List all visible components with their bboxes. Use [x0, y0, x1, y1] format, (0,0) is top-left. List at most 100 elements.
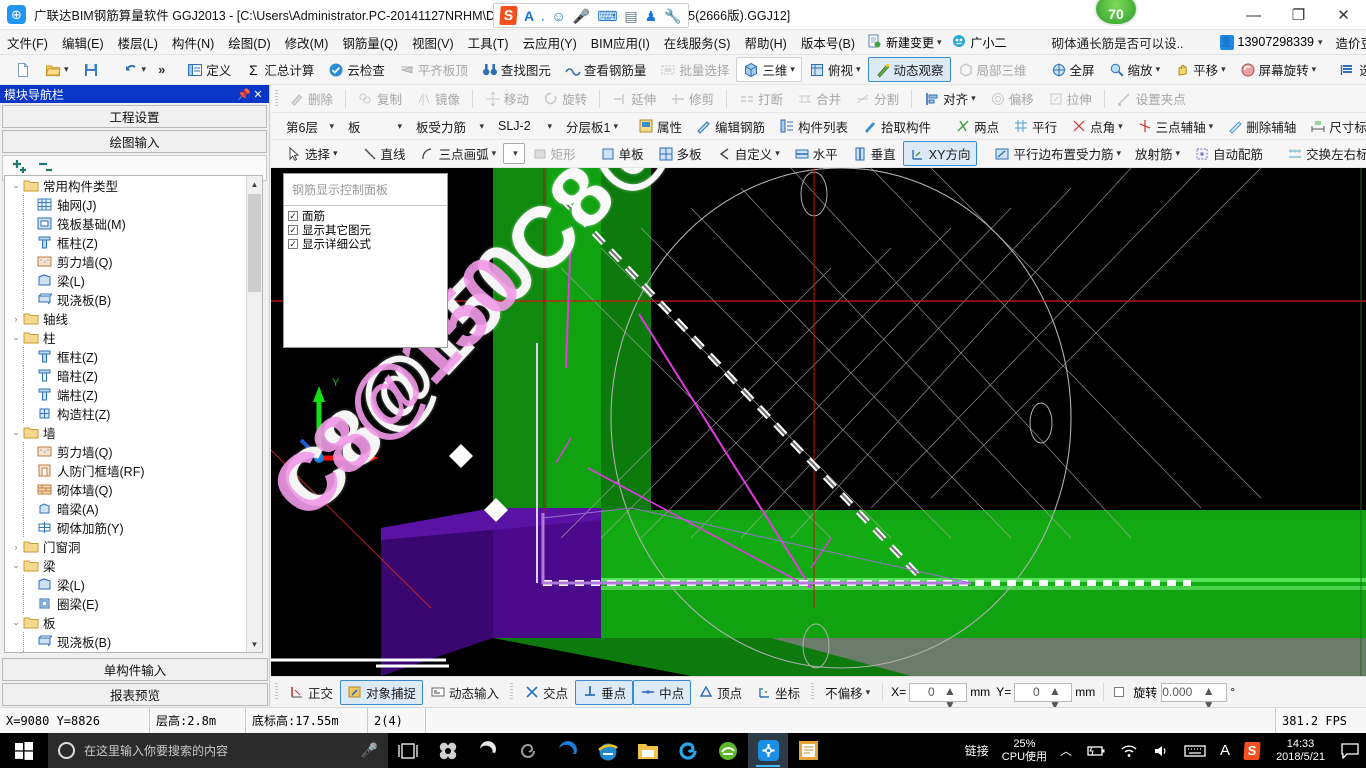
horizontal-button[interactable]: 水平: [787, 141, 845, 166]
rotate-button[interactable]: 旋转: [536, 86, 594, 111]
microphone-icon[interactable]: 🎤: [573, 9, 590, 23]
report-preview-button[interactable]: 报表预览: [2, 683, 268, 706]
minimize-button[interactable]: —: [1231, 0, 1276, 30]
undo-button[interactable]: ▾: [116, 59, 154, 81]
chevron-down-icon[interactable]: ▾: [1318, 37, 1323, 48]
dynamic-input-toggle[interactable]: 动态输入: [423, 680, 506, 705]
fullscreen-button[interactable]: 全屏: [1044, 57, 1102, 82]
parallel-axis-button[interactable]: 平行: [1006, 114, 1064, 139]
copy-button[interactable]: 复制: [351, 86, 409, 111]
vertical-button[interactable]: 垂直: [845, 141, 903, 166]
chevron-down-icon[interactable]: ▾: [1118, 121, 1123, 132]
three-point-axis-button[interactable]: 三点辅轴 ▾: [1130, 114, 1221, 139]
chevron-down-icon[interactable]: ⌄: [9, 617, 23, 628]
chevron-down-icon[interactable]: ▾: [971, 93, 976, 104]
maximize-button[interactable]: ❐: [1276, 0, 1321, 30]
internet-explorer-icon[interactable]: [588, 733, 628, 768]
chevron-down-icon[interactable]: ▾: [1176, 148, 1181, 159]
custom-button[interactable]: 自定义 ▾: [709, 141, 787, 166]
toolbar-grip[interactable]: [275, 89, 278, 108]
menu-rebar[interactable]: 钢筋量(Q): [335, 30, 405, 55]
properties-button[interactable]: 属性: [631, 114, 689, 139]
swap-annotation-button[interactable]: 交换左右标注: [1280, 141, 1366, 166]
tree-item[interactable]: 框柱(Z): [5, 233, 246, 252]
single-component-input-button[interactable]: 单构件输入: [2, 658, 268, 681]
tree-item[interactable]: 梁(L): [5, 271, 246, 290]
tree-item[interactable]: 现浇板(B): [5, 632, 246, 651]
green-browser-icon[interactable]: [708, 733, 748, 768]
two-point-axis-button[interactable]: 两点: [948, 114, 1006, 139]
three-point-arc-button[interactable]: 三点画弧 ▾: [413, 141, 504, 166]
cpu-usage-indicator[interactable]: 25% CPU使用: [996, 738, 1053, 764]
wrench-icon[interactable]: 🔧: [664, 9, 681, 23]
toolbar-grip[interactable]: [510, 683, 514, 701]
snap-vertex[interactable]: 顶点: [691, 680, 749, 705]
screen-rotate-button[interactable]: 屏幕旋转 ▾: [1233, 57, 1324, 82]
type-selector[interactable]: 板受力筋 ▾: [409, 114, 491, 139]
link-label[interactable]: 链接: [958, 733, 996, 768]
menu-version[interactable]: 版本号(B): [794, 30, 862, 55]
file-explorer-icon[interactable]: [628, 733, 668, 768]
keyboard-icon[interactable]: ⌨: [597, 9, 617, 23]
open-file-button[interactable]: ▾: [38, 59, 76, 81]
multi-slab-button[interactable]: 多板: [651, 141, 709, 166]
dynamic-observe-button[interactable]: 动态观察: [867, 57, 951, 82]
keyboard-icon[interactable]: [1177, 733, 1213, 768]
drawing-input-button[interactable]: 绘图输入: [2, 130, 267, 153]
chevron-down-icon[interactable]: ▾: [866, 687, 871, 698]
select-floor-button[interactable]: 选择楼层: [1333, 57, 1366, 82]
y-input[interactable]: 0 ▲ ▼: [1014, 682, 1073, 712]
menu-modify[interactable]: 修改(M): [278, 30, 336, 55]
radial-rebar-button[interactable]: 放射筋 ▾: [1128, 141, 1187, 166]
chevron-down-icon[interactable]: ▾: [937, 37, 942, 48]
task-view-icon[interactable]: [388, 733, 428, 768]
tree-folder[interactable]: ⌄ 板: [5, 613, 246, 632]
edge-legacy-icon[interactable]: [468, 733, 508, 768]
menu-help[interactable]: 帮助(H): [737, 30, 793, 55]
extend-button[interactable]: 延伸: [605, 86, 663, 111]
remove-item-icon[interactable]: [37, 160, 53, 176]
chevron-right-icon[interactable]: ›: [9, 542, 23, 552]
sogou-logo-icon[interactable]: S: [499, 6, 518, 25]
pan-button[interactable]: 平移 ▾: [1167, 57, 1233, 82]
sogou-ime-toolbar[interactable]: S A , ☺ 🎤 ⌨ ▤ ♟ 🔧: [493, 3, 689, 28]
tree-item[interactable]: 人防门框墙(RF): [5, 461, 246, 480]
batch-select-button[interactable]: 批量选择: [653, 57, 736, 82]
chevron-down-icon[interactable]: ▾: [547, 121, 552, 132]
checkbox-icon[interactable]: ✓: [288, 239, 298, 249]
notification-text[interactable]: 砌体通长筋是否可以设..: [1052, 33, 1184, 52]
delete-button[interactable]: 删除: [282, 86, 340, 111]
pin-icon[interactable]: 📌: [237, 88, 251, 101]
toolbar-grip[interactable]: [275, 683, 278, 701]
fan-app-icon[interactable]: [428, 733, 468, 768]
chevron-down-icon[interactable]: ▾: [492, 148, 497, 159]
spiral-app-icon[interactable]: [508, 733, 548, 768]
component-list-button[interactable]: 构件列表: [772, 114, 855, 139]
tree-folder[interactable]: › 轴线: [5, 309, 246, 328]
chevron-down-icon[interactable]: ▾: [479, 121, 484, 132]
tree-item[interactable]: 暗梁(A): [5, 499, 246, 518]
object-snap-toggle[interactable]: 对象捕捉: [340, 679, 424, 705]
tree-scrollbar[interactable]: ▲ ▼: [246, 176, 262, 652]
chevron-right-icon[interactable]: ›: [9, 314, 23, 324]
3d-viewport[interactable]: Y X Z C8@150 C8@150 C8@150 C8@150 钢筋显示控制…: [271, 168, 1366, 676]
xy-direction-button[interactable]: XY方向: [902, 141, 978, 166]
pick-component-button[interactable]: 拾取构件: [855, 114, 938, 139]
menu-component[interactable]: 构件(N): [165, 30, 221, 55]
360-browser-icon[interactable]: [668, 733, 708, 768]
checkbox-icon[interactable]: ✓: [288, 211, 298, 221]
chevron-up-icon[interactable]: ︿: [1053, 733, 1079, 768]
toolbar-grip[interactable]: [811, 683, 815, 701]
menu-floor[interactable]: 楼层(L): [111, 30, 165, 55]
rotate-input[interactable]: 0.000 ▲ ▼: [1161, 682, 1228, 712]
auto-rebar-button[interactable]: 自动配筋: [1187, 141, 1270, 166]
mirror-button[interactable]: 镜像: [409, 86, 467, 111]
chevron-down-icon[interactable]: ▾: [856, 64, 861, 75]
arc-value-combo[interactable]: ▾: [503, 143, 525, 164]
edit-rebar-button[interactable]: 编辑钢筋: [689, 114, 772, 139]
edge-icon[interactable]: [548, 733, 588, 768]
score-badge[interactable]: 70: [1094, 0, 1138, 26]
input-A-icon[interactable]: A: [1213, 733, 1237, 768]
menu-view[interactable]: 视图(V): [405, 30, 461, 55]
new-file-button[interactable]: [8, 59, 38, 81]
